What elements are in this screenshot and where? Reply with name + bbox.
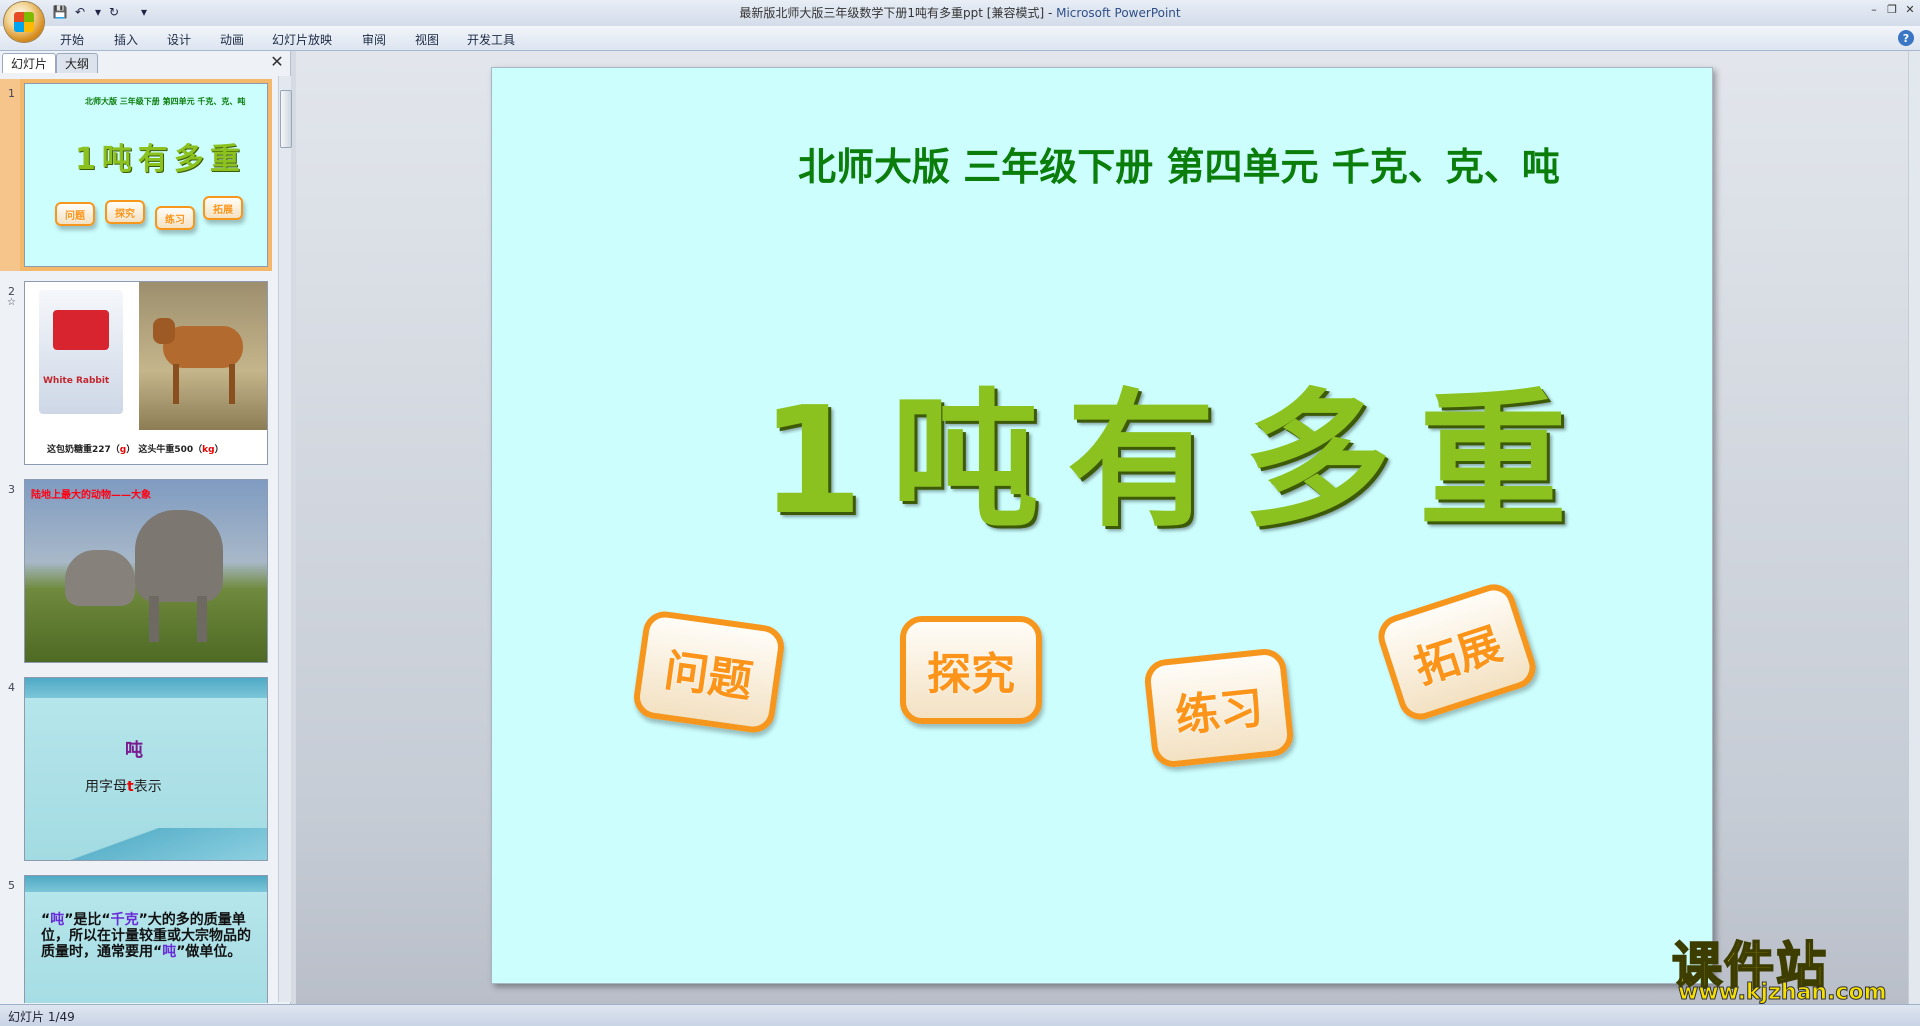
- text-part: “: [41, 912, 51, 928]
- document-title: 最新版北师大版三年级数学下册1吨有多重ppt [兼容模式]: [739, 6, 1045, 20]
- thumb-text: 用字母t表示: [85, 776, 162, 796]
- elephant-leg: [197, 596, 207, 642]
- slide-counter: 幻灯片 1/49: [8, 1010, 75, 1024]
- cow-body: [163, 326, 243, 368]
- tab-developer[interactable]: 开发工具: [467, 30, 515, 48]
- office-logo-icon: [14, 12, 34, 32]
- thumb-caption: 这包奶糖重227（g） 这头牛重500（kg）: [47, 442, 224, 455]
- text-highlight: 千克: [110, 912, 139, 928]
- text-part: 用字母: [85, 779, 127, 795]
- elephant-image: [135, 510, 223, 602]
- animation-star-icon: ☆: [7, 297, 16, 308]
- text-highlight: 吨: [50, 912, 65, 928]
- tab-slideshow[interactable]: 幻灯片放映: [272, 30, 332, 48]
- cow-head: [153, 318, 175, 344]
- slide-thumbnail-2[interactable]: White Rabbit 这包奶糖重227（g） 这头牛重500（kg）: [24, 281, 268, 465]
- slide-scrollbar[interactable]: [1908, 51, 1920, 1004]
- cow-image: [139, 282, 267, 430]
- text-part: ”是比“: [64, 912, 111, 928]
- tab-animations[interactable]: 动画: [220, 30, 244, 48]
- elephant-leg: [149, 596, 159, 642]
- extend-button[interactable]: 拓展: [1372, 578, 1542, 726]
- slide-thumbnail-list: 1 北师大版 三年级下册 第四单元 千克、克、吨 1吨有多重 问题 探究 练习 …: [0, 73, 278, 1003]
- candy-package-image: White Rabbit: [39, 290, 123, 414]
- slide-thumbnail-3[interactable]: 陆地上最大的动物——大象: [24, 479, 268, 663]
- window-title: 最新版北师大版三年级数学下册1吨有多重ppt [兼容模式] - Microsof…: [0, 4, 1920, 21]
- slide-number: 3: [8, 483, 15, 496]
- restore-icon[interactable]: ❐: [1884, 2, 1900, 16]
- tab-insert[interactable]: 插入: [114, 30, 138, 48]
- text-letter: t: [127, 779, 134, 795]
- caption-unit: kg: [202, 445, 215, 455]
- thumb-caption: 陆地上最大的动物——大象: [31, 490, 151, 501]
- thumb-button-question: 问题: [55, 202, 95, 226]
- current-slide[interactable]: 北师大版 三年级下册 第四单元 千克、克、吨 1吨有多重 问题 探究 练习 拓展: [491, 67, 1713, 984]
- title-separator: -: [1044, 6, 1057, 20]
- thumb-button-explore: 探究: [105, 200, 145, 224]
- scrollbar-thumb[interactable]: [280, 90, 292, 148]
- slide-number: 5: [8, 879, 15, 892]
- close-icon[interactable]: ✕: [1902, 2, 1918, 16]
- slide-number: 1: [8, 87, 15, 100]
- text-highlight: 吨: [162, 944, 177, 960]
- thumb-button-extend: 拓展: [203, 196, 243, 220]
- app-name: Microsoft PowerPoint: [1056, 6, 1181, 20]
- watermark-url: www.kjzhan.com: [1678, 980, 1888, 1006]
- package-label: [53, 310, 109, 350]
- minimize-icon[interactable]: –: [1866, 2, 1882, 16]
- thumb-paragraph: “吨”是比“千克”大的多的质量单位，所以在计量较重或大宗物品的质量时，通常要用“…: [41, 912, 255, 960]
- tab-review[interactable]: 审阅: [362, 30, 386, 48]
- cow-leg: [229, 364, 235, 404]
- thumb-button-practice: 练习: [155, 206, 195, 230]
- site-watermark: 课件站 www.kjzhan.com: [1671, 926, 1912, 1006]
- text-part: 表示: [133, 779, 162, 795]
- package-text: White Rabbit: [43, 376, 110, 386]
- office-button[interactable]: [4, 2, 44, 42]
- caption-part: 这包奶糖重227（: [47, 445, 120, 455]
- thumb-header-band: [25, 876, 267, 892]
- slide-number: 4: [8, 681, 15, 694]
- thumbnail-scrollbar[interactable]: [278, 76, 292, 1002]
- practice-button[interactable]: 练习: [1142, 646, 1296, 770]
- slide-subtitle[interactable]: 北师大版 三年级下册 第四单元 千克、克、吨: [798, 136, 1560, 191]
- elephant-calf-image: [65, 550, 135, 606]
- caption-part: ）: [214, 445, 224, 455]
- explore-button[interactable]: 探究: [900, 616, 1042, 724]
- slide-thumbnail-5[interactable]: “吨”是比“千克”大的多的质量单位，所以在计量较重或大宗物品的质量时，通常要用“…: [24, 875, 268, 1003]
- slide-thumbnail-1[interactable]: 北师大版 三年级下册 第四单元 千克、克、吨 1吨有多重 问题 探究 练习 拓展: [24, 83, 268, 267]
- status-bar: [0, 1004, 1920, 1026]
- cow-leg: [173, 364, 179, 404]
- close-pane-icon[interactable]: ✕: [270, 54, 284, 70]
- tab-slides[interactable]: 幻灯片: [2, 53, 57, 73]
- tab-outline[interactable]: 大纲: [56, 53, 99, 73]
- thumb-subtitle: 北师大版 三年级下册 第四单元 千克、克、吨: [85, 97, 246, 106]
- caption-part: ） 这头牛重500（: [126, 445, 203, 455]
- question-button[interactable]: 问题: [631, 608, 787, 736]
- tab-design[interactable]: 设计: [167, 30, 191, 48]
- tab-home[interactable]: 开始: [60, 30, 84, 48]
- thumb-footer-wave: [25, 828, 267, 860]
- text-part: ”做单位。: [176, 944, 242, 960]
- help-icon[interactable]: ?: [1898, 30, 1914, 46]
- tab-view[interactable]: 视图: [415, 30, 439, 48]
- slide-thumbnail-4[interactable]: 吨 用字母t表示: [24, 677, 268, 861]
- thumb-word: 吨: [125, 740, 143, 761]
- thumb-title: 1吨有多重: [75, 142, 246, 177]
- thumb-header-band: [25, 678, 267, 698]
- slide-title[interactable]: 1吨有多重: [760, 340, 1595, 555]
